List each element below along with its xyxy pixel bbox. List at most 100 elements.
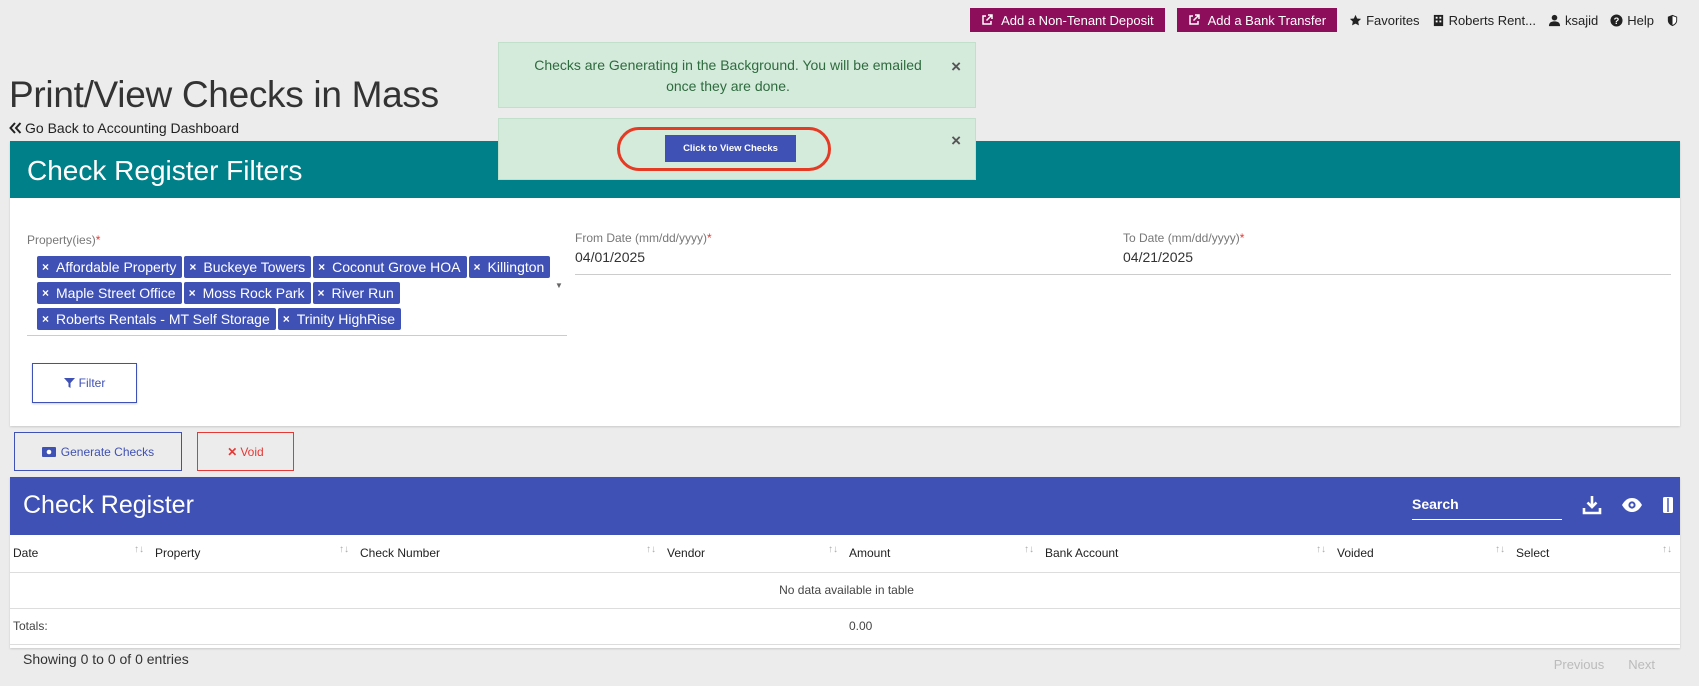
shield-link[interactable] — [1666, 14, 1679, 27]
property-tag[interactable]: × Moss Rock Park — [183, 282, 311, 304]
property-tag-label: Buckeye Towers — [203, 259, 306, 275]
column-header-check-number[interactable]: Check Number ↑↓ — [357, 535, 664, 573]
to-date-underline — [1123, 274, 1671, 275]
external-link-icon — [1188, 14, 1200, 25]
page-title: Print/View Checks in Mass — [9, 74, 439, 115]
property-tag[interactable]: × Buckeye Towers — [184, 256, 312, 278]
remove-tag-icon[interactable]: × — [283, 312, 290, 326]
remove-tag-icon[interactable]: × — [42, 260, 49, 274]
column-header-amount[interactable]: Amount ↑↓ — [846, 535, 1042, 573]
next-page-button[interactable]: Next — [1628, 657, 1655, 672]
property-tag-label: River Run — [331, 285, 394, 301]
check-register-table: Date ↑↓ Property ↑↓ Check Number ↑↓ Vendor ↑… — [10, 535, 1680, 645]
favorites-label: Favorites — [1366, 12, 1420, 28]
user-label: ksajid — [1565, 12, 1599, 28]
search-input[interactable]: Search — [1412, 494, 1562, 520]
columns-icon[interactable] — [1661, 494, 1675, 516]
column-header-bank-account[interactable]: Bank Account ↑↓ — [1042, 535, 1334, 573]
property-tag-label: Trinity HighRise — [296, 311, 396, 327]
remove-tag-icon[interactable]: × — [318, 260, 325, 274]
to-date-input[interactable]: 04/21/2025 — [1123, 249, 1193, 265]
column-header-select[interactable]: Select ↑↓ — [1513, 535, 1680, 573]
remove-tag-icon[interactable]: × — [318, 286, 325, 300]
transfer-label: Add a Bank Transfer — [1207, 12, 1327, 28]
property-tag[interactable]: × River Run — [312, 282, 400, 304]
generating-alert: Checks are Generating in the Background.… — [498, 42, 976, 108]
empty-row: No data available in table — [10, 572, 1680, 609]
property-tag[interactable]: × Coconut Grove HOA — [313, 256, 467, 278]
sort-icon: ↑↓ — [1024, 544, 1034, 555]
back-to-dashboard-link[interactable]: Go Back to Accounting Dashboard — [9, 120, 239, 136]
property-tag-label: Maple Street Office — [56, 285, 176, 301]
property-tag[interactable]: × Killington — [468, 256, 551, 278]
remove-tag-icon[interactable]: × — [42, 286, 49, 300]
property-tag-label: Killington — [487, 259, 545, 275]
column-header-voided[interactable]: Voided ↑↓ — [1334, 535, 1513, 573]
add-non-tenant-deposit-button[interactable]: Add a Non-Tenant Deposit — [970, 8, 1165, 32]
void-button[interactable]: ✕ Void — [197, 432, 294, 471]
column-header-date[interactable]: Date ↑↓ — [10, 535, 152, 573]
totals-amount: 0.00 — [846, 608, 1680, 645]
from-date-input[interactable]: 04/01/2025 — [575, 249, 645, 265]
register-header: Check Register Search — [10, 477, 1680, 535]
building-icon — [1433, 14, 1443, 26]
user-link[interactable]: ksajid — [1548, 13, 1598, 28]
generate-checks-button[interactable]: Generate Checks — [14, 432, 182, 471]
property-tag[interactable]: × Roberts Rentals - MT Self Storage — [37, 308, 276, 330]
money-bill-icon — [41, 446, 56, 457]
filter-label: Filter — [78, 376, 106, 390]
property-underline — [27, 335, 567, 336]
add-bank-transfer-button[interactable]: Add a Bank Transfer — [1176, 8, 1338, 32]
generate-checks-label: Generate Checks — [60, 444, 155, 459]
filter-button[interactable]: Filter — [32, 363, 137, 403]
previous-page-button[interactable]: Previous — [1554, 657, 1605, 672]
totals-row: Totals: 0.00 — [10, 608, 1680, 645]
sort-icon: ↑↓ — [1316, 544, 1326, 555]
property-tag[interactable]: × Maple Street Office — [37, 282, 182, 304]
sort-icon: ↑↓ — [646, 544, 656, 555]
column-header-property[interactable]: Property ↑↓ — [152, 535, 357, 573]
property-tag[interactable]: × Trinity HighRise — [277, 308, 402, 330]
close-icon[interactable]: × — [951, 56, 961, 77]
view-checks-button[interactable]: Click to View Checks — [665, 135, 796, 162]
table-header-row: Date ↑↓ Property ↑↓ Check Number ↑↓ Vendor ↑… — [10, 535, 1680, 573]
property-tag[interactable]: × Affordable Property — [37, 256, 183, 278]
check-register-card: Check Register Search Date ↑↓ Property ↑↓ … — [10, 477, 1680, 648]
sort-icon: ↑↓ — [134, 544, 144, 555]
sort-icon: ↑↓ — [339, 544, 349, 555]
remove-tag-icon[interactable]: × — [189, 260, 196, 274]
download-icon[interactable] — [1581, 494, 1603, 516]
check-register-filters-card: Check Register Filters Property(ies)* × A… — [10, 141, 1680, 426]
remove-tag-icon[interactable]: × — [42, 312, 49, 326]
property-tag-label: Affordable Property — [56, 259, 177, 275]
remove-tag-icon[interactable]: × — [474, 260, 481, 274]
empty-message: No data available in table — [10, 572, 1680, 609]
times-icon: ✕ — [227, 444, 238, 459]
register-title: Check Register — [23, 491, 194, 519]
top-nav: Add a Non-Tenant Deposit Add a Bank Tran… — [970, 8, 1679, 32]
funnel-icon — [63, 377, 75, 388]
caret-down-icon[interactable]: ▼ — [555, 281, 563, 290]
pagination: Previous Next — [1554, 657, 1655, 672]
deposit-label: Add a Non-Tenant Deposit — [1001, 12, 1154, 28]
favorites-link[interactable]: Favorites — [1349, 12, 1420, 28]
svg-text:?: ? — [1614, 15, 1620, 25]
help-link[interactable]: ? Help — [1610, 13, 1654, 28]
generating-message: Checks are Generating in the Background.… — [534, 57, 922, 94]
external-link-icon — [982, 14, 993, 25]
property-multiselect[interactable]: × Affordable Property × Buckeye Towers × Coco… — [37, 256, 567, 334]
column-header-vendor[interactable]: Vendor ↑↓ — [664, 535, 846, 573]
question-circle-icon: ? — [1610, 13, 1623, 27]
entries-info: Showing 0 to 0 of 0 entries — [23, 651, 189, 667]
void-label: Void — [240, 444, 264, 459]
user-icon — [1548, 14, 1561, 26]
remove-tag-icon[interactable]: × — [189, 286, 196, 300]
back-link-label: Go Back to Accounting Dashboard — [25, 120, 240, 136]
property-label: Property(ies)* — [27, 233, 101, 247]
company-link[interactable]: Roberts Rent... — [1432, 13, 1536, 28]
eye-icon[interactable] — [1621, 494, 1643, 516]
double-chevron-left-icon — [9, 122, 22, 134]
close-icon[interactable]: × — [951, 131, 961, 151]
property-tag-label: Coconut Grove HOA — [332, 259, 461, 275]
sort-icon: ↑↓ — [1495, 544, 1505, 555]
